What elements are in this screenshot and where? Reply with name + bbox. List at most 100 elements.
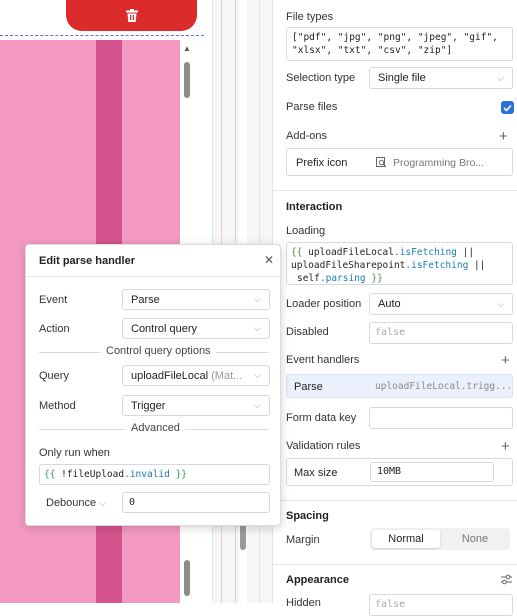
event-handlers-label: Event handlers [286, 354, 360, 366]
code-token: {{ [291, 247, 309, 258]
code-token: .isFetching [393, 247, 457, 258]
max-size-row[interactable]: Max size 10MB [286, 458, 513, 486]
method-value: Trigger [131, 399, 166, 412]
file-types-line: "xlsx", "txt", "csv", "zip"] [292, 45, 453, 56]
code-token: .parsing [319, 273, 366, 284]
scrollbar-thumb[interactable] [184, 62, 190, 98]
edit-parse-handler-modal: Edit parse handler ✕ Event Parse ⌵ Actio… [25, 244, 281, 526]
code-token: || [456, 247, 475, 258]
handler-event: Parse [294, 381, 323, 393]
selection-type-label: Selection type [286, 72, 356, 84]
advanced-label: Advanced [126, 422, 185, 434]
addons-label: Add-ons [286, 130, 327, 142]
close-icon[interactable]: ✕ [264, 253, 274, 267]
validation-rules-label: Validation rules [286, 440, 361, 452]
chevron-down-icon: ⌵ [497, 298, 504, 309]
file-types-input[interactable]: ["pdf", "jpg", "png", "jpeg", "gif", "xl… [286, 27, 513, 61]
event-handler-row[interactable]: Parse uploadFileLocal.trigg... [286, 374, 513, 398]
delete-component-button[interactable] [66, 0, 197, 31]
scroll-up-icon[interactable]: ▲ [183, 44, 191, 53]
query-hint: (Mat... [211, 369, 243, 382]
action-value: Control query [131, 322, 198, 335]
method-label: Method [39, 400, 76, 412]
margin-none-option[interactable]: None [442, 530, 508, 548]
loader-position-select[interactable]: Auto ⌵ [369, 293, 513, 315]
action-label: Action [39, 323, 70, 335]
chevron-down-icon: ⌵ [99, 498, 107, 508]
code-token: .invalid [124, 469, 170, 480]
form-data-key-label: Form data key [286, 412, 357, 424]
code-token: .isFetching [405, 260, 469, 271]
code-token: }} [365, 273, 383, 284]
parse-files-checkbox[interactable] [501, 101, 514, 114]
search-book-icon [376, 157, 387, 168]
scrollbar-thumb-lower[interactable] [184, 560, 190, 596]
max-size-value: 10MB [377, 466, 402, 477]
code-token: }} [169, 469, 188, 480]
only-run-when-label: Only run when [39, 447, 110, 459]
loading-code-input[interactable]: {{ uploadFileLocal.isFetching || uploadF… [286, 242, 513, 285]
code-token: uploadFileSharepoint [291, 260, 406, 271]
spacing-heading: Spacing [286, 510, 329, 522]
margin-toggle[interactable]: Normal None [370, 528, 510, 550]
chevron-down-icon: ⌵ [497, 72, 504, 83]
inspector-panel: File types ["pdf", "jpg", "png", "jpeg",… [272, 0, 517, 616]
prefix-icon-label: Prefix icon [296, 157, 348, 169]
selection-outline [0, 35, 204, 36]
chevron-down-icon: ⌵ [254, 400, 261, 410]
prefix-icon-row[interactable]: Prefix icon Programming Bro... [286, 148, 513, 176]
trash-icon [125, 9, 138, 22]
method-select[interactable]: Trigger ⌵ [122, 395, 270, 416]
add-event-handler-icon[interactable]: + [501, 353, 510, 368]
checkmark-icon [503, 104, 512, 112]
hidden-placeholder: false [375, 599, 406, 610]
control-query-options-label: Control query options [101, 345, 216, 357]
add-validation-rule-icon[interactable]: + [501, 439, 510, 454]
max-size-label: Max size [294, 467, 338, 479]
modal-divider [26, 276, 280, 277]
code-token: self [297, 273, 320, 284]
debounce-value: 0 [129, 497, 136, 508]
only-run-when-input[interactable]: {{ !fileUpload.invalid }} [39, 464, 270, 485]
query-label: Query [39, 370, 69, 382]
add-addon-icon[interactable]: + [499, 129, 508, 144]
debounce-label[interactable]: Debounce ⌵ [46, 497, 106, 509]
event-select[interactable]: Parse ⌵ [122, 289, 270, 310]
hidden-label: Hidden [286, 597, 321, 609]
margin-label: Margin [286, 534, 320, 546]
loading-label: Loading [286, 225, 326, 237]
selection-type-select[interactable]: Single file ⌵ [369, 67, 513, 89]
prefix-icon-value: Programming Bro... [393, 157, 485, 169]
interaction-heading: Interaction [286, 201, 343, 213]
file-types-label: File types [286, 11, 334, 23]
sliders-icon[interactable] [501, 574, 512, 585]
chevron-down-icon: ⌵ [254, 294, 261, 304]
disabled-placeholder: false [375, 327, 406, 338]
handler-action: uploadFileLocal.trigg... [375, 381, 513, 392]
selection-type-value: Single file [378, 72, 426, 84]
hidden-input[interactable]: false [369, 594, 513, 616]
code-token: !fileUpload [61, 469, 125, 480]
debounce-input[interactable]: 0 [122, 492, 270, 513]
section-divider [273, 564, 517, 565]
max-size-input[interactable]: 10MB [370, 462, 494, 482]
loader-position-label: Loader position [286, 298, 362, 310]
section-divider [273, 500, 517, 501]
query-value: uploadFileLocal [131, 369, 209, 382]
form-data-key-input[interactable] [369, 407, 513, 429]
query-select[interactable]: uploadFileLocal (Mat... ⌵ [122, 365, 270, 386]
chevron-down-icon: ⌵ [254, 323, 261, 333]
disabled-input[interactable]: false [369, 322, 513, 344]
code-token: || [468, 260, 486, 271]
chevron-down-icon: ⌵ [254, 370, 261, 380]
event-value: Parse [131, 293, 160, 306]
action-select[interactable]: Control query ⌵ [122, 318, 270, 339]
parse-files-label: Parse files [286, 101, 338, 113]
disabled-label: Disabled [286, 326, 329, 338]
section-divider [273, 190, 517, 191]
file-types-line: ["pdf", "jpg", "png", "jpeg", "gif", [292, 32, 498, 43]
margin-normal-option[interactable]: Normal [372, 530, 440, 548]
loader-position-value: Auto [378, 298, 401, 310]
code-token: {{ [44, 469, 62, 480]
appearance-heading: Appearance [286, 574, 349, 586]
